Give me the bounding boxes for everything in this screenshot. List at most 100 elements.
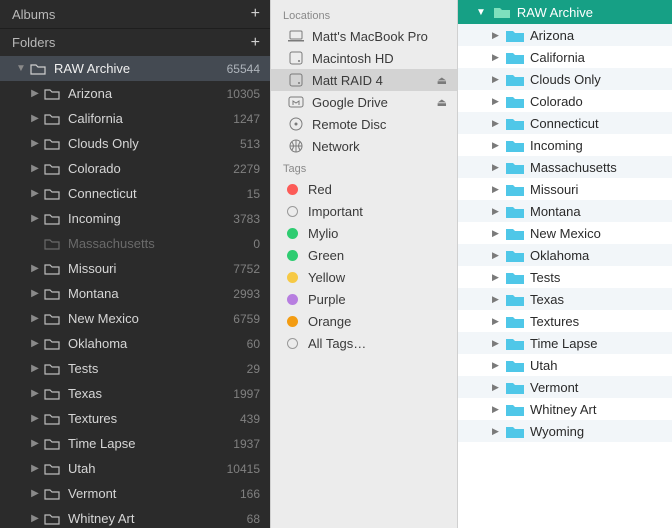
tag-item[interactable]: All Tags… xyxy=(271,332,457,354)
folder-icon xyxy=(506,425,524,438)
chevron-right-icon: ▶ xyxy=(26,138,44,149)
file-name: Arizona xyxy=(530,28,574,43)
file-row[interactable]: ▶Oklahoma xyxy=(458,244,672,266)
folder-item[interactable]: ▶Colorado2279 xyxy=(0,156,270,181)
file-row[interactable]: ▶Clouds Only xyxy=(458,68,672,90)
folder-root[interactable]: ▼ RAW Archive 65544 xyxy=(0,56,270,81)
file-row[interactable]: ▶Arizona xyxy=(458,24,672,46)
folder-item[interactable]: ▶Vermont166 xyxy=(0,481,270,506)
folder-icon xyxy=(506,205,524,218)
chevron-right-icon: ▶ xyxy=(26,463,44,474)
network-icon xyxy=(287,139,305,153)
tag-label: Red xyxy=(308,182,332,197)
location-item[interactable]: Matt RAID 4⏏ xyxy=(271,69,457,91)
tag-item[interactable]: Red xyxy=(271,178,457,200)
tag-dot-icon xyxy=(287,294,298,305)
folder-name: Time Lapse xyxy=(68,436,233,451)
location-item[interactable]: Network xyxy=(271,135,457,157)
file-row[interactable]: ▶Montana xyxy=(458,200,672,222)
chevron-right-icon: ▶ xyxy=(492,426,506,437)
folders-label: Folders xyxy=(12,35,55,50)
file-row[interactable]: ▶Missouri xyxy=(458,178,672,200)
location-item[interactable]: Macintosh HD xyxy=(271,47,457,69)
folder-item[interactable]: ▶Texas1997 xyxy=(0,381,270,406)
folder-item[interactable]: ▶New Mexico6759 xyxy=(0,306,270,331)
folder-item[interactable]: ▶Incoming3783 xyxy=(0,206,270,231)
chevron-right-icon: ▶ xyxy=(492,184,506,195)
folder-icon xyxy=(44,288,60,300)
folder-item[interactable]: ▶Textures439 xyxy=(0,406,270,431)
cloud-icon xyxy=(287,95,305,109)
folder-item[interactable]: ▶Oklahoma60 xyxy=(0,331,270,356)
tag-dot-icon xyxy=(287,316,298,327)
folder-name: Massachusetts xyxy=(68,236,253,251)
tag-label: Mylio xyxy=(308,226,338,241)
folder-item[interactable]: ▶Connecticut15 xyxy=(0,181,270,206)
chevron-right-icon: ▶ xyxy=(26,188,44,199)
add-folder-button[interactable]: + xyxy=(251,34,260,52)
folder-name: Textures xyxy=(68,411,240,426)
folder-item[interactable]: ▶Tests29 xyxy=(0,356,270,381)
disk-icon xyxy=(287,51,305,65)
folder-item[interactable]: ▶Utah10415 xyxy=(0,456,270,481)
folder-icon xyxy=(506,249,524,262)
tag-item[interactable]: Purple xyxy=(271,288,457,310)
tag-item[interactable]: Yellow xyxy=(271,266,457,288)
tag-label: Green xyxy=(308,248,344,263)
eject-icon[interactable]: ⏏ xyxy=(437,74,447,87)
file-row[interactable]: ▶ Time Lapse xyxy=(458,332,672,354)
folder-count: 3783 xyxy=(233,212,260,226)
file-row[interactable]: ▶Tests xyxy=(458,266,672,288)
location-item[interactable]: Google Drive⏏ xyxy=(271,91,457,113)
disk-icon xyxy=(287,73,305,87)
folder-icon xyxy=(44,113,60,125)
folder-count: 15 xyxy=(247,187,260,201)
file-row[interactable]: ▶Connecticut xyxy=(458,112,672,134)
column-root-row[interactable]: ▼ RAW Archive xyxy=(458,0,672,24)
folder-count: 6759 xyxy=(233,312,260,326)
folder-item[interactable]: ▶Montana2993 xyxy=(0,281,270,306)
file-row[interactable]: ▶California xyxy=(458,46,672,68)
file-row[interactable]: ▶Vermont xyxy=(458,376,672,398)
folder-count: 68 xyxy=(247,512,260,526)
folder-item[interactable]: Massachusetts0 xyxy=(0,231,270,256)
folder-count: 65544 xyxy=(227,62,260,76)
eject-icon[interactable]: ⏏ xyxy=(437,96,447,109)
folder-item[interactable]: ▶Missouri7752 xyxy=(0,256,270,281)
file-name: California xyxy=(530,50,585,65)
file-row[interactable]: ▶Wyoming xyxy=(458,420,672,442)
folder-name: Colorado xyxy=(68,161,233,176)
tag-item[interactable]: Mylio xyxy=(271,222,457,244)
folder-name: Texas xyxy=(68,386,233,401)
location-item[interactable]: Matt's MacBook Pro xyxy=(271,25,457,47)
location-item[interactable]: Remote Disc xyxy=(271,113,457,135)
folder-icon xyxy=(506,359,524,372)
folder-icon xyxy=(44,413,60,425)
folder-icon xyxy=(44,188,60,200)
tag-item[interactable]: Orange xyxy=(271,310,457,332)
folder-item[interactable]: ▶Clouds Only513 xyxy=(0,131,270,156)
add-album-button[interactable]: + xyxy=(251,5,260,23)
folder-icon xyxy=(44,363,60,375)
file-row[interactable]: ▶Whitney Art xyxy=(458,398,672,420)
folders-header[interactable]: Folders + xyxy=(0,28,270,56)
file-row[interactable]: ▶Textures xyxy=(458,310,672,332)
file-row[interactable]: ▶Colorado xyxy=(458,90,672,112)
file-row[interactable]: ▶Incoming xyxy=(458,134,672,156)
folder-item[interactable]: ▶Whitney Art68 xyxy=(0,506,270,528)
folder-item[interactable]: ▶Arizona10305 xyxy=(0,81,270,106)
file-row[interactable]: ▶Utah xyxy=(458,354,672,376)
folder-icon xyxy=(44,138,60,150)
file-row[interactable]: ▶Massachusetts xyxy=(458,156,672,178)
tag-item[interactable]: Green xyxy=(271,244,457,266)
file-row[interactable]: ▶New Mexico xyxy=(458,222,672,244)
chevron-right-icon: ▶ xyxy=(492,338,506,349)
folder-item[interactable]: ▶California1247 xyxy=(0,106,270,131)
tag-item[interactable]: Important xyxy=(271,200,457,222)
file-row[interactable]: ▶Texas xyxy=(458,288,672,310)
folder-item[interactable]: ▶Time Lapse1937 xyxy=(0,431,270,456)
file-name: Time Lapse xyxy=(530,336,597,351)
finder-sidebar: Locations Matt's MacBook ProMacintosh HD… xyxy=(270,0,458,528)
albums-header[interactable]: Albums + xyxy=(0,0,270,28)
folder-count: 29 xyxy=(247,362,260,376)
